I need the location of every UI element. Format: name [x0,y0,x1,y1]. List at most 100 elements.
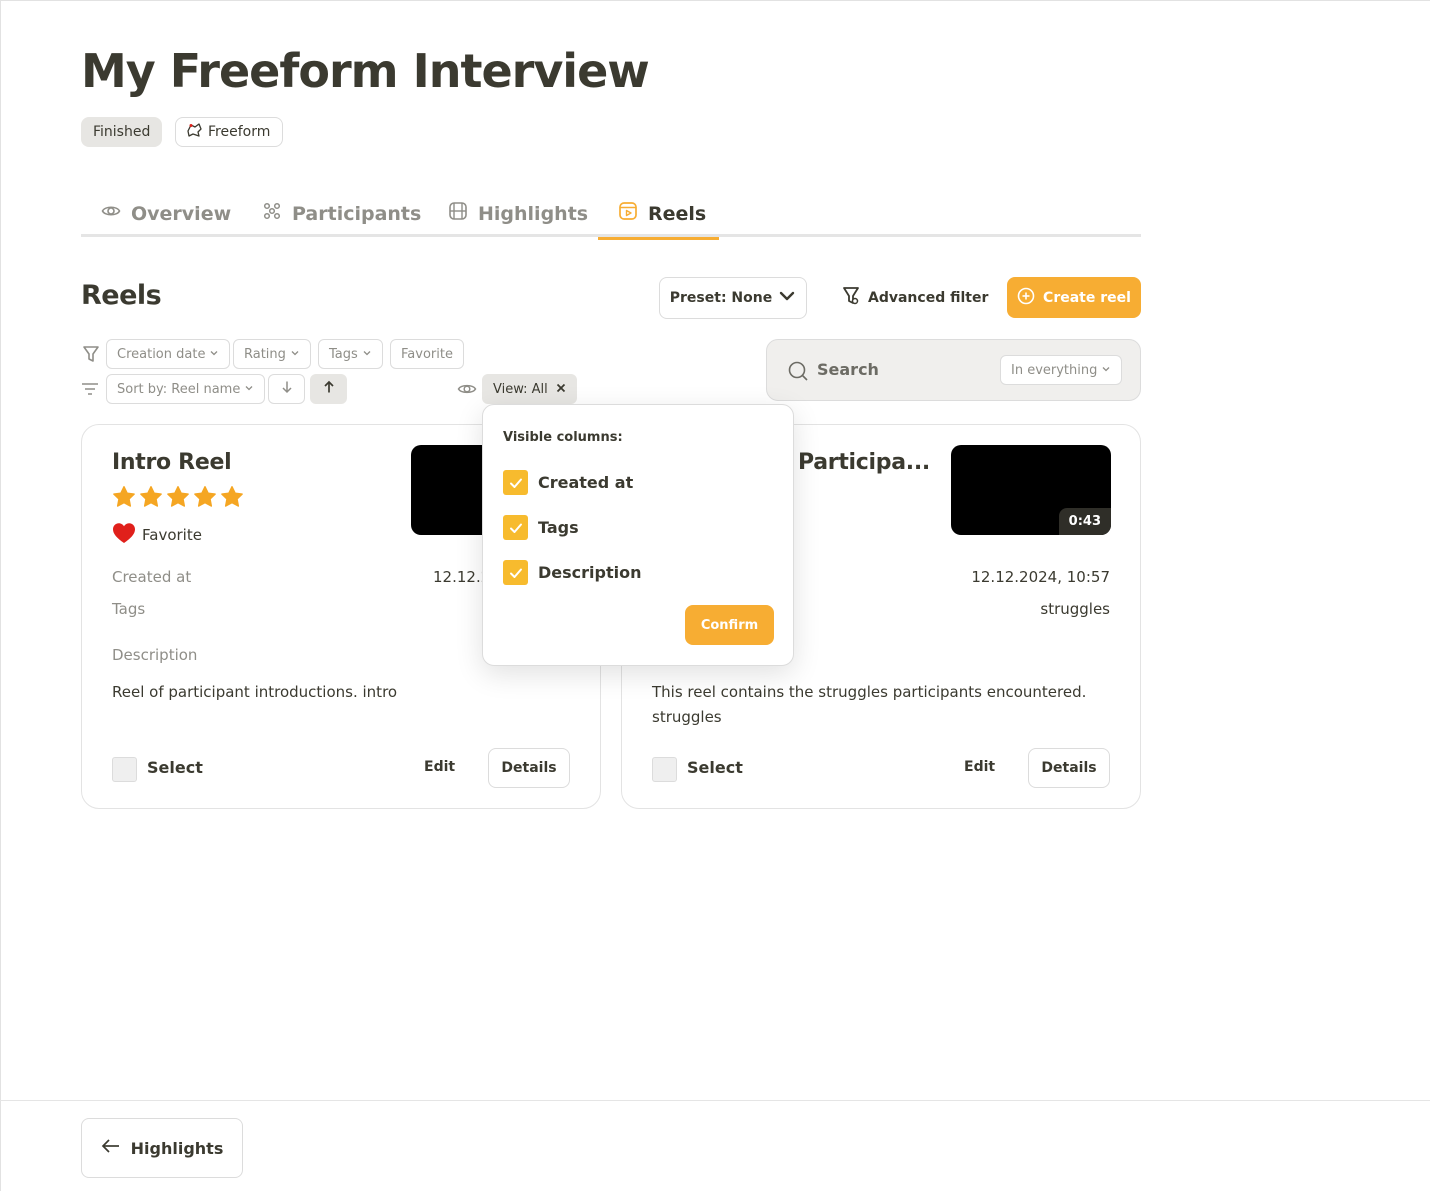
filter-chip-rating[interactable]: Rating [233,339,311,369]
chevron-down-icon [362,347,372,362]
search-icon [787,360,809,386]
tab-highlights[interactable]: Highlights [428,190,598,237]
star-icon [167,486,189,507]
details-button[interactable]: Details [1028,748,1110,788]
reel-description: This reel contains the struggles partici… [652,683,1087,726]
back-label: Highlights [130,1138,224,1158]
create-reel-label: Create reel [1043,289,1131,306]
select-checkbox[interactable] [112,757,137,782]
checkbox-checked[interactable] [503,515,528,540]
select-label[interactable]: Select [687,758,743,777]
tags-value: struggles [1040,600,1110,618]
tab-overview[interactable]: Overview [81,190,242,237]
sort-descending-button[interactable] [268,374,305,404]
description-label: Description [112,646,198,664]
filter-icon [81,344,101,368]
tags-label: Tags [112,600,146,618]
preset-label: Preset: None [669,290,773,306]
arrow-up-icon [322,380,336,398]
chip-label: Creation date [117,346,206,362]
checkbox-checked[interactable] [503,560,528,585]
back-to-highlights-button[interactable]: Highlights [81,1118,243,1178]
search-box[interactable]: Search In everything [766,339,1141,401]
tab-reels[interactable]: Reels [598,190,719,240]
select-label[interactable]: Select [147,758,203,777]
check-icon [509,568,522,578]
option-label: Description [538,563,642,582]
chevron-down-icon [244,382,254,397]
column-option-created-at[interactable]: Created at [503,470,633,495]
reel-icon [618,201,638,226]
arrow-down-icon [280,380,294,398]
arrow-left-icon [101,1138,121,1158]
section-title: Reels [81,280,162,311]
chip-label: Rating [244,346,286,362]
edit-button[interactable]: Edit [424,759,455,775]
create-reel-button[interactable]: Create reel [1007,277,1141,318]
filter-chip-tags[interactable]: Tags [318,339,383,369]
reel-description: Reel of participant introductions. intro [112,683,398,701]
freeform-icon [186,122,203,142]
tab-bar: Overview Participants Highlights Reels [81,190,1141,240]
checkbox-checked[interactable] [503,470,528,495]
star-icon [140,486,162,507]
select-checkbox[interactable] [652,757,677,782]
sort-ascending-button[interactable] [310,374,347,404]
sort-icon [81,380,99,402]
search-scope-dropdown[interactable]: In everything [1000,355,1123,385]
film-icon [448,201,468,226]
details-button[interactable]: Details [488,748,570,788]
filter-chip-creation-date[interactable]: Creation date [106,339,231,369]
search-scope-label: In everything [1011,362,1098,378]
search-input[interactable]: Search [817,360,879,379]
participants-icon [262,201,282,226]
column-option-tags[interactable]: Tags [503,515,579,540]
duration-badge: 0:43 [1058,508,1111,535]
check-icon [509,523,522,533]
sort-dropdown[interactable]: Sort by: Reel name [106,374,266,404]
reel-title[interactable]: Participa... [798,450,930,475]
eye-icon [101,201,121,226]
chevron-down-icon [209,347,219,362]
chevron-down-icon [290,347,300,362]
view-label: View: All [493,381,548,397]
reel-thumbnail[interactable]: 0:43 [951,445,1111,535]
advanced-filter-button[interactable]: Advanced filter [840,277,988,319]
favorite-toggle[interactable]: Favorite [112,522,202,548]
filter-icon [840,285,862,311]
sort-label: Sort by: Reel name [117,381,241,397]
type-badge-label: Freeform [208,124,271,140]
close-icon[interactable] [556,382,566,397]
created-at-label: Created at [112,568,192,586]
tab-label: Overview [131,202,232,225]
footer-bar: Highlights [0,1100,1430,1191]
eye-icon [457,380,477,402]
visible-columns-popup: Visible columns: Created at Tags Descrip… [482,404,794,666]
tab-participants[interactable]: Participants [242,190,428,237]
type-badge: Freeform [175,117,284,147]
preset-dropdown[interactable]: Preset: None [659,277,807,319]
chip-label: Tags [329,346,358,362]
favorite-label: Favorite [142,526,202,544]
heart-icon [112,522,136,548]
tab-label: Reels [648,202,707,225]
confirm-button[interactable]: Confirm [685,605,774,645]
option-label: Created at [538,473,634,492]
popup-title: Visible columns: [503,430,623,445]
column-option-description[interactable]: Description [503,560,641,585]
star-icon [113,486,135,507]
filter-chip-favorite[interactable]: Favorite [390,339,464,369]
advanced-filter-label: Advanced filter [868,290,989,306]
tab-label: Highlights [478,202,589,225]
status-badge: Finished [81,117,163,147]
page-title: My Freeform Interview [81,44,650,98]
view-chip[interactable]: View: All [482,374,577,404]
tab-label: Participants [292,202,422,225]
option-label: Tags [538,518,579,537]
plus-circle-icon [1017,287,1035,309]
chevron-down-icon [1101,363,1111,378]
rating-stars[interactable] [112,485,244,509]
star-icon [221,486,243,507]
edit-button[interactable]: Edit [964,759,995,775]
reel-title[interactable]: Intro Reel [112,450,232,475]
